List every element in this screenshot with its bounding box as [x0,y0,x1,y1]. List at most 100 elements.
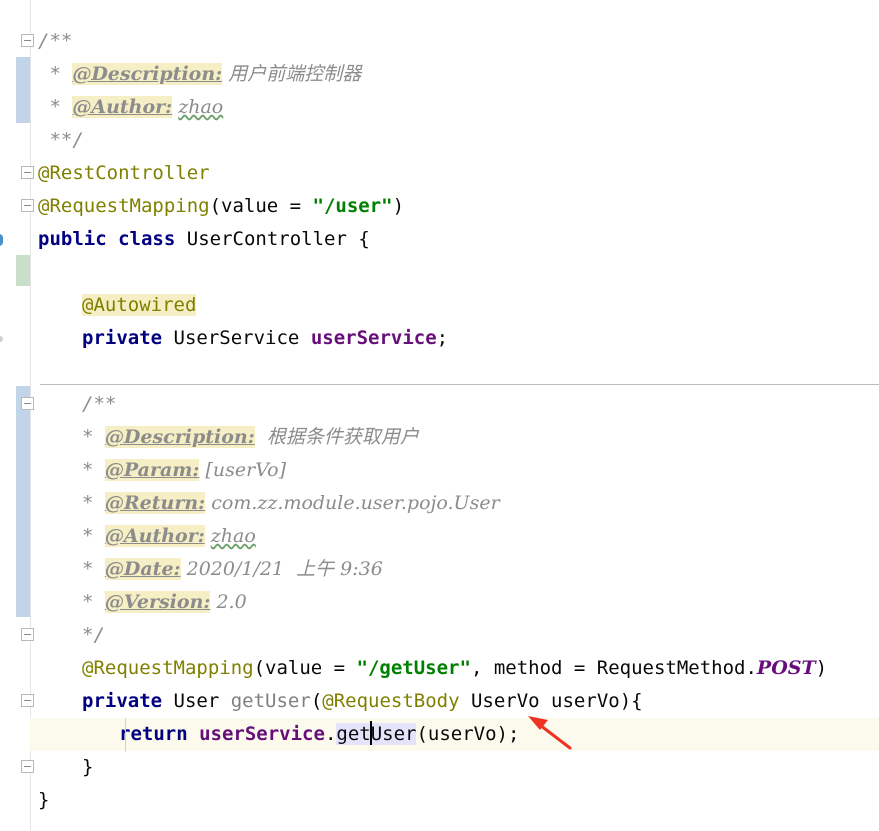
closing-brace: } [82,756,94,778]
code-line: * @Author: zhao [38,520,879,553]
javadoc-tag: @Return: [104,492,206,514]
method-call: User [370,723,417,745]
code-line: * @Version: 2.0 [38,586,879,619]
code-line: */ [38,619,879,652]
vcs-change-marker[interactable] [16,57,30,123]
doc-comment-star: * [82,426,105,448]
code-line: @RequestMapping(value = "/user") [38,190,879,223]
annotation: @RestController [38,162,210,184]
code-line: private User getUser(@RequestBody UserVo… [38,685,879,718]
doc-comment-text: zhao [210,525,256,547]
keyword: private [82,327,163,349]
code-line: } [38,784,879,817]
code-text: UserVo userVo){ [459,690,643,712]
doc-comment-text: 用户前端控制器 [222,63,362,85]
editor-gutter [0,0,34,831]
code-text: ) [815,657,828,679]
doc-comment-text: 2020/1/21 上午 9:36 [180,558,383,580]
method-call: get [336,723,371,745]
keyword: class [118,228,176,250]
fold-toggle-icon[interactable] [21,694,34,707]
doc-comment-star: * [82,459,105,481]
javadoc-tag: @Version: [104,591,211,613]
doc-comment-close: **/ [38,129,84,151]
code-line: * @Param: [userVo] [38,454,879,487]
javadoc-tag: @Author: [104,525,205,547]
code-text: ; [436,327,449,349]
code-line: @Autowired [38,289,879,322]
class-gutter-icon[interactable] [0,234,3,246]
doc-comment-star: * [82,558,105,580]
code-editor[interactable]: /** * @Description: 用户前端控制器 * @Author: z… [0,0,879,831]
vcs-change-marker[interactable] [16,386,30,617]
javadoc-tag: @Param: [104,459,200,481]
code-line: * @Author: zhao [38,91,879,124]
doc-comment-star: * [82,492,105,514]
closing-brace: } [38,789,50,811]
doc-comment-text: 根据条件获取用户 [254,426,419,448]
method-name: getUser [230,690,311,712]
keyword: public [38,228,107,250]
string-literal: "/getUser" [356,657,471,679]
doc-comment-text: [userVo] [199,459,287,481]
doc-comment-text: com.zz.module.user.pojo.User [205,492,500,514]
javadoc-tag: @Description: [104,426,255,448]
fold-toggle-icon[interactable] [21,760,34,773]
code-line: private UserService userService; [38,322,879,355]
code-text: (userVo); [416,723,520,745]
code-line: } [38,751,879,784]
doc-comment-star: * [82,525,105,547]
type-name: User [173,690,231,712]
keyword: return [119,723,188,745]
method-separator [40,384,879,385]
field-name: userService [199,723,325,745]
doc-comment-star: * [38,96,73,118]
code-text: . [324,723,337,745]
doc-comment-star: * [38,63,73,85]
class-declaration: UserController { [186,228,370,250]
doc-comment-text: zhao [178,96,224,118]
fold-toggle-icon[interactable] [21,166,34,179]
javadoc-tag: @Date: [104,558,181,580]
field-gutter-icon[interactable] [0,336,3,342]
fold-toggle-icon[interactable] [21,34,34,47]
doc-comment-open: /** [82,393,117,415]
string-literal: "/user" [312,195,393,217]
code-area[interactable]: /** * @Description: 用户前端控制器 * @Author: z… [30,0,879,831]
code-line: **/ [38,124,879,157]
doc-comment-close: */ [82,624,105,646]
code-line: @RequestMapping(value = "/getUser", meth… [38,652,879,685]
code-line: * @Description: 根据条件获取用户 [38,421,879,454]
code-line: public class UserController { [38,223,879,256]
current-code-line[interactable]: return userService.getUser(userVo); [30,718,879,751]
fold-toggle-icon[interactable] [21,199,34,212]
doc-comment-star: * [82,591,105,613]
keyword: private [82,690,163,712]
doc-comment-text: 2.0 [210,591,247,613]
annotation: @Autowired [82,294,197,316]
annotation: @RequestMapping [38,195,210,217]
enum-constant: POST [756,657,816,679]
javadoc-tag: @Author: [72,96,173,118]
code-text: (value = [209,195,313,217]
code-line: /** [38,388,879,421]
indent-guide [125,718,126,752]
doc-comment-open: /** [38,30,73,52]
javadoc-tag: @Description: [72,63,223,85]
type-name: UserService [173,327,311,349]
code-text: ( [310,690,323,712]
code-line: * @Return: com.zz.module.user.pojo.User [38,487,879,520]
vcs-added-marker[interactable] [16,255,30,286]
method-call-highlight: getUser [336,721,417,745]
field-name: userService [310,327,437,349]
annotation: @RequestBody [322,690,460,712]
code-line: * @Date: 2020/1/21 上午 9:36 [38,553,879,586]
code-text: , method = RequestMethod. [470,657,757,679]
code-line: @RestController [38,157,879,190]
code-text: (value = [253,657,357,679]
code-text: ) [392,195,405,217]
code-line: * @Description: 用户前端控制器 [38,58,879,91]
fold-toggle-icon[interactable] [21,628,34,641]
fold-toggle-icon[interactable] [21,397,34,410]
code-line: /** [38,25,879,58]
